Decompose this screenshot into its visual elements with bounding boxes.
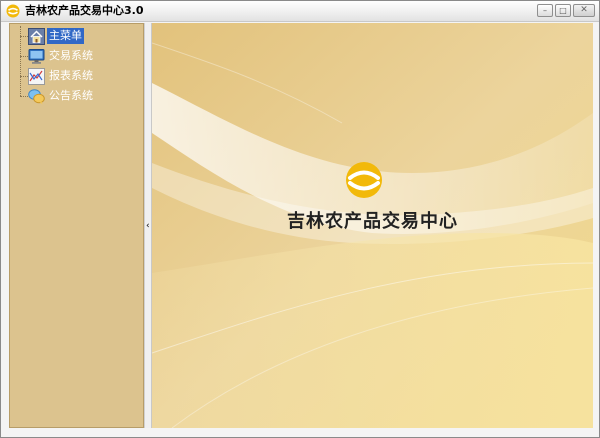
minimize-button[interactable]: – [537,4,553,17]
chat-bubble-icon [28,88,45,104]
tree-item-trading-system[interactable]: 交易系统 [20,46,95,66]
tree-item-label: 公告系统 [49,89,93,102]
maximize-button[interactable]: □ [555,4,571,17]
tree-branch [20,35,28,37]
tree-item-label: 交易系统 [49,49,93,62]
tree-item-report-system[interactable]: 报表系统 [20,66,95,86]
collapse-arrow-icon[interactable]: ‹ [146,221,150,231]
app-logo-icon [6,4,20,18]
tree-branch [20,95,28,97]
window-title: 吉林农产品交易中心3.0 [25,4,144,17]
title-bar[interactable]: 吉林农产品交易中心3.0 – □ ✕ [1,1,599,22]
sidebar-tree-panel: 主菜单 交易系统 报表系统 公告系统 [9,23,144,428]
tree-branch [20,75,28,77]
brand-logo-icon [346,162,382,198]
chart-icon [28,67,45,85]
tree-item-label: 报表系统 [49,69,93,82]
main-content-panel: 吉林农产品交易中心 [152,23,593,428]
close-button[interactable]: ✕ [573,4,595,17]
tree-item-label: 主菜单 [47,28,84,44]
tree-item-notice-system[interactable]: 公告系统 [20,86,95,106]
tree-item-main-menu[interactable]: 主菜单 [20,26,84,46]
window-controls: – □ ✕ [535,4,595,17]
monitor-icon [28,48,45,64]
panel-splitter[interactable]: ‹ [144,23,152,428]
home-icon [28,27,45,45]
brand-title: 吉林农产品交易中心 [287,211,458,232]
tree-branch [20,55,28,57]
app-window: 吉林农产品交易中心3.0 – □ ✕ 主菜单 交易系统 报表系统 公告系统 ‹ … [0,0,600,438]
